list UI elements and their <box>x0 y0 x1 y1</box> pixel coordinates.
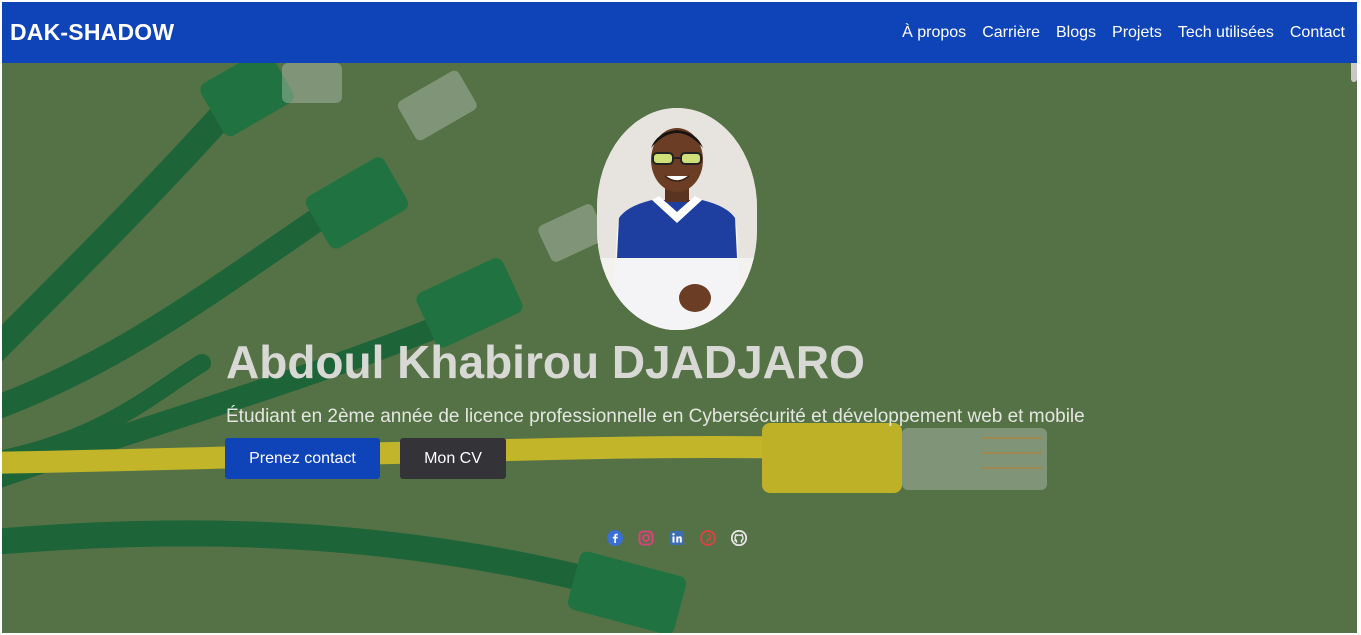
brand-logo[interactable]: DAK-SHADOW <box>10 19 174 46</box>
cv-button[interactable]: Mon CV <box>400 438 506 479</box>
nav-link-tech-utilisees[interactable]: Tech utilisées <box>1178 24 1274 42</box>
hero-tagline: Étudiant en 2ème année de licence profes… <box>226 406 1085 427</box>
nav-link-contact[interactable]: Contact <box>1290 24 1345 42</box>
contact-button[interactable]: Prenez contact <box>225 438 380 479</box>
social-links <box>606 529 747 546</box>
linkedin-icon[interactable] <box>668 529 685 546</box>
page: DAK-SHADOW À propos Carrière Blogs Proje… <box>2 2 1357 633</box>
instagram-icon[interactable] <box>637 529 654 546</box>
pinterest-icon[interactable] <box>699 529 716 546</box>
navbar: DAK-SHADOW À propos Carrière Blogs Proje… <box>2 2 1357 63</box>
nav-link-carriere[interactable]: Carrière <box>982 24 1040 42</box>
github-icon[interactable] <box>730 529 747 546</box>
nav-link-projets[interactable]: Projets <box>1112 24 1162 42</box>
nav-link-a-propos[interactable]: À propos <box>902 24 966 42</box>
nav-link-blogs[interactable]: Blogs <box>1056 24 1096 42</box>
hero-name: Abdoul Khabirou DJADJARO <box>226 336 865 388</box>
profile-avatar <box>597 108 757 330</box>
hero-section: Abdoul Khabirou DJADJARO Étudiant en 2èm… <box>2 63 1357 633</box>
facebook-icon[interactable] <box>606 529 623 546</box>
nav-links: À propos Carrière Blogs Projets Tech uti… <box>902 24 1345 42</box>
